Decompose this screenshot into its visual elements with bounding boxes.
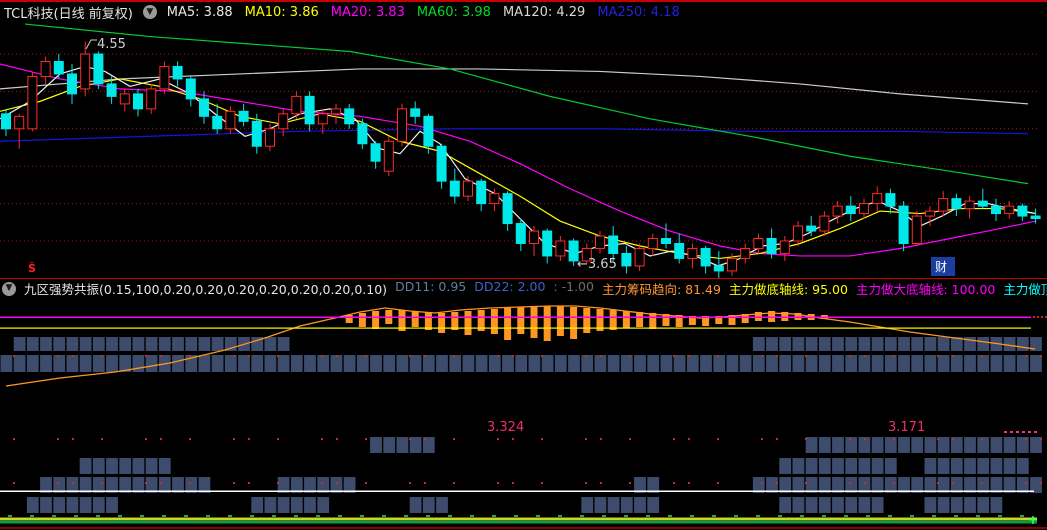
svg-text:3.324: 3.324	[487, 420, 524, 435]
indicator-legend: DD11: 0.95 DD22: 2.00 : -1.00 主力筹码趋向: 81.49…	[395, 280, 1047, 297]
indicator-legend-item-5: 主力做大底轴线: 100.00	[855, 282, 996, 297]
indicator-legend-item-1: DD22: 2.00	[474, 280, 546, 294]
indicator-panel[interactable]: 3.324 3.171	[0, 297, 1047, 527]
svg-text:←3.65: ←3.65	[577, 257, 617, 272]
ma-legend-item-5: MA250: 4.18	[597, 4, 680, 20]
indicator-legend-item-4: 主力做底轴线: 95.00	[728, 282, 848, 297]
indicator-header: ▼ 九区强势共振(0.15,100,0.20,0.20,0.20,0.20,0.…	[0, 280, 1047, 297]
window-title: TCL科技(日线 前复权)	[4, 6, 133, 22]
main-chart-header: TCL科技(日线 前复权) ▼ MA5: 3.88 MA10: 3.86 MA20:…	[0, 2, 1047, 22]
svg-text:财: 财	[935, 260, 947, 274]
ma-legend-item-2: MA20: 3.83	[330, 4, 405, 20]
svg-text:Ŝ: Ŝ	[28, 262, 36, 275]
indicator-title: 九区强势共振(0.15,100,0.20,0.20,0.20,0.20,0.20…	[24, 282, 388, 297]
svg-text:4.55: 4.55	[97, 37, 126, 52]
chevron-down-icon[interactable]: ▼	[142, 5, 157, 19]
ma-legend-item-1: MA10: 3.86	[244, 4, 319, 20]
indicator-legend-item-0: DD11: 0.95	[395, 280, 467, 294]
ma-legend-item-3: MA60: 3.98	[416, 4, 491, 20]
window-bottom-border	[0, 527, 1047, 529]
indicator-legend-item-2: : -1.00	[553, 280, 594, 294]
stock-app-window: TCL科技(日线 前复权) ▼ MA5: 3.88 MA10: 3.86 MA20:…	[0, 0, 1047, 530]
main-candlestick-chart[interactable]: 4.55 ←3.65 Ŝ 财	[0, 22, 1047, 278]
panel-separator	[0, 278, 1047, 279]
indicator-legend-item-3: 主力筹码趋向: 81.49	[601, 282, 721, 297]
ma-legend-item-0: MA5: 3.88	[166, 4, 233, 20]
ma-legend: MA5: 3.88 MA10: 3.86 MA20: 3.83 MA60: 3.98 M…	[167, 5, 680, 20]
chevron-down-icon[interactable]: ▼	[2, 281, 16, 296]
indicator-legend-item-6: 主力做顶轴线: 0.00	[1003, 282, 1047, 297]
svg-text:3.171: 3.171	[888, 420, 925, 435]
ma-legend-item-4: MA120: 4.29	[502, 4, 586, 20]
